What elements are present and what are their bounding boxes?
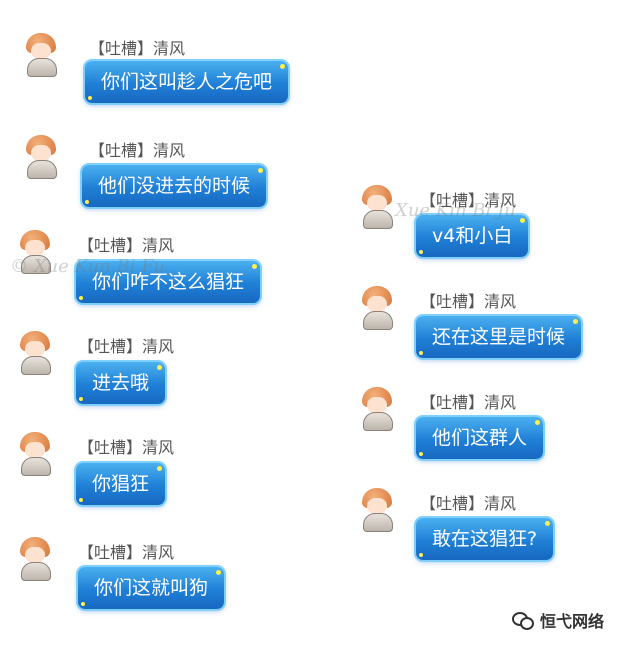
sender-name: 【吐槽】清风 (420, 292, 517, 311)
sender-name: 【吐槽】清风 (78, 337, 175, 356)
message-bubble[interactable]: 敢在这猖狂? (416, 518, 554, 560)
avatar[interactable] (358, 387, 396, 431)
avatar[interactable] (22, 33, 60, 77)
avatar[interactable] (358, 488, 396, 532)
wechat-icon (512, 610, 534, 630)
chat-message: 【吐槽】清风 你们这叫趁人之危吧 (22, 33, 322, 113)
message-bubble[interactable]: 你们这就叫狗 (78, 567, 225, 609)
sender-name: 【吐槽】清风 (89, 141, 186, 160)
sender-name: 【吐槽】清风 (78, 543, 175, 562)
chat-message: 【吐槽】清风 他们没进去的时候 (22, 135, 322, 215)
sender-name: 【吐槽】清风 (420, 494, 517, 513)
avatar[interactable] (22, 135, 60, 179)
chat-message: 【吐槽】清风 敢在这猖狂? (358, 488, 598, 568)
chat-message: 【吐槽】清风 你猖狂 (16, 432, 316, 512)
avatar[interactable] (16, 331, 54, 375)
message-bubble[interactable]: 你猖狂 (76, 463, 166, 505)
chat-message: 【吐槽】清风 他们这群人 (358, 387, 598, 467)
sender-name: 【吐槽】清风 (78, 438, 175, 457)
sender-name: 【吐槽】清风 (89, 39, 186, 58)
message-bubble[interactable]: 还在这里是时候 (416, 316, 582, 358)
avatar[interactable] (358, 286, 396, 330)
watermark-text: Xue Kin Bi Ju (395, 200, 516, 221)
avatar[interactable] (16, 432, 54, 476)
avatar[interactable] (358, 185, 396, 229)
brand-footer: 恒弋网络 (512, 608, 604, 632)
sender-name: 【吐槽】清风 (420, 393, 517, 412)
watermark-text: © Xue Kun Bi Fu (10, 256, 166, 277)
message-bubble[interactable]: 他们没进去的时候 (82, 165, 267, 207)
sender-name: 【吐槽】清风 (78, 236, 175, 255)
message-bubble[interactable]: 进去哦 (76, 362, 166, 404)
chat-message: 【吐槽】清风 进去哦 (16, 331, 316, 411)
chat-message: 【吐槽】清风 v4和小白 (358, 185, 598, 265)
message-bubble[interactable]: 你们这叫趁人之危吧 (85, 61, 289, 103)
avatar[interactable] (16, 537, 54, 581)
chat-message: 【吐槽】清风 还在这里是时候 (358, 286, 598, 366)
chat-message: 【吐槽】清风 你们这就叫狗 (16, 537, 316, 617)
message-bubble[interactable]: 他们这群人 (416, 417, 544, 459)
brand-label: 恒弋网络 (540, 612, 605, 631)
message-bubble[interactable]: v4和小白 (416, 215, 529, 257)
